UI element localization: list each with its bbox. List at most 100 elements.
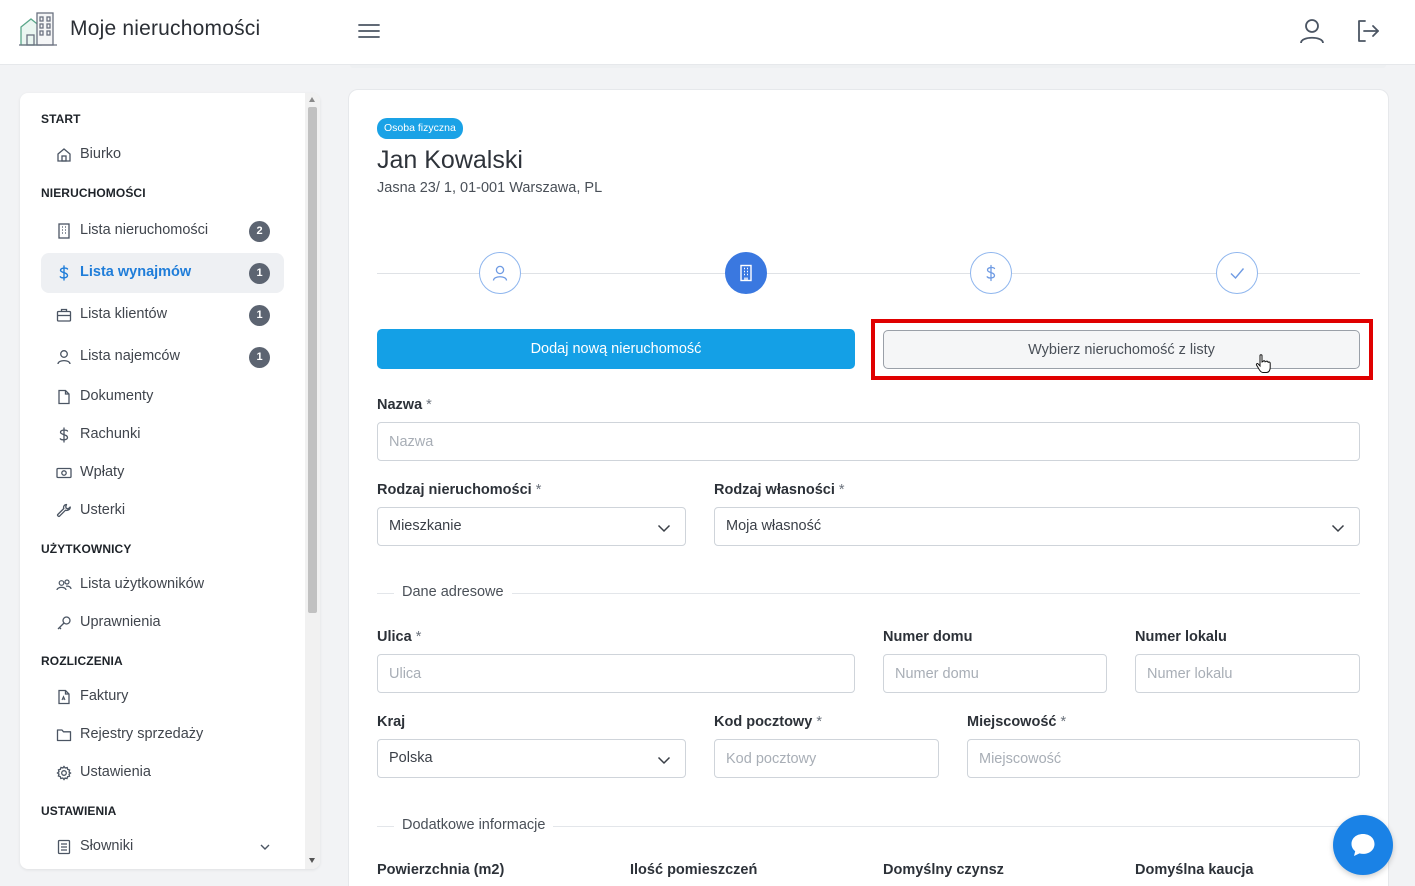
- city-label-text: Miejscowość: [967, 714, 1057, 730]
- dollar-icon: [59, 427, 69, 443]
- sidebar-item-label: Faktury: [80, 688, 129, 704]
- postal-code-input[interactable]: [714, 739, 939, 778]
- sidebar-item-lista-uzytkownikow[interactable]: Lista użytkowników: [41, 565, 284, 605]
- gear-icon: [56, 765, 72, 781]
- sidebar-item-rejestry-sprzedazy[interactable]: Rejestry sprzedaży: [41, 715, 284, 755]
- name-label: Nazwa *: [377, 397, 432, 413]
- sidebar-item-biurko[interactable]: Biurko: [41, 135, 284, 175]
- city-input[interactable]: [967, 739, 1360, 778]
- step-client[interactable]: [479, 252, 521, 294]
- step-summary[interactable]: [1216, 252, 1258, 294]
- sidebar-item-lista-nieruchomosci[interactable]: Lista nieruchomości 2: [41, 211, 284, 251]
- chat-widget-button[interactable]: [1333, 815, 1393, 875]
- top-bar: Moje nieruchomości: [0, 0, 1415, 65]
- required-mark: *: [838, 482, 845, 498]
- chevron-down-icon: [657, 524, 671, 533]
- address-section-title: Dane adresowe: [394, 584, 512, 600]
- user-icon: [492, 265, 508, 281]
- step-property[interactable]: [725, 252, 767, 294]
- dollar-icon: [59, 265, 69, 281]
- sidebar-item-faktury[interactable]: Faktury: [41, 677, 284, 717]
- sidebar-item-slowniki[interactable]: Słowniki: [41, 827, 284, 867]
- area-label: Powierzchnia (m2): [377, 862, 505, 878]
- apartment-number-input[interactable]: [1135, 654, 1360, 693]
- client-name: Jan Kowalski: [377, 146, 523, 174]
- choose-property-from-list-button[interactable]: Wybierz nieruchomość z listy: [883, 330, 1360, 369]
- sidebar-item-label: Lista najemców: [80, 348, 180, 364]
- house-number-input[interactable]: [883, 654, 1107, 693]
- book-icon: [57, 839, 71, 855]
- sidebar-item-label: Rachunki: [80, 426, 141, 442]
- sidebar-scrollbar[interactable]: [305, 93, 320, 869]
- header-divider: [350, 65, 1386, 68]
- sidebar-item-usterki[interactable]: Usterki: [41, 491, 284, 531]
- ownership-value: Moja własność: [726, 518, 822, 534]
- section-users: UŻYTKOWNICY: [41, 542, 132, 556]
- chevron-down-icon: [1331, 524, 1345, 533]
- chevron-down-icon: [657, 756, 671, 765]
- country-label: Kraj: [377, 714, 406, 730]
- sidebar-item-lista-najemcow[interactable]: Lista najemców 1: [41, 337, 284, 377]
- sidebar-item-ustawienia[interactable]: Ustawienia: [41, 753, 284, 793]
- step-payment[interactable]: [970, 252, 1012, 294]
- rooms-label: Ilość pomieszczeń: [630, 862, 758, 878]
- required-mark: *: [1060, 714, 1067, 730]
- sidebar-item-dokumenty[interactable]: Dokumenty: [41, 377, 284, 417]
- folder-icon: [56, 729, 72, 742]
- cash-icon: [56, 467, 72, 479]
- section-properties: NIERUCHOMOŚCI: [41, 186, 146, 200]
- sidebar-item-rachunki[interactable]: Rachunki: [41, 415, 284, 455]
- property-type-select[interactable]: Mieszkanie: [377, 507, 686, 546]
- country-select[interactable]: Polska: [377, 739, 686, 778]
- sidebar-item-label: Uprawnienia: [80, 614, 161, 630]
- country-value: Polska: [389, 750, 433, 766]
- sidebar-item-label: Rejestry sprzedaży: [80, 726, 204, 742]
- sidebar-item-label: Lista klientów: [80, 306, 168, 322]
- default-rent-label: Domyślny czynsz: [883, 862, 1004, 878]
- ownership-label: Rodzaj własności *: [714, 482, 845, 498]
- sidebar-item-lista-klientow[interactable]: Lista klientów 1: [41, 295, 284, 335]
- scroll-up-arrow-icon[interactable]: [309, 97, 315, 102]
- sidebar-item-label: Dokumenty: [80, 388, 154, 404]
- hand-cursor-icon: [1255, 354, 1271, 373]
- dollar-icon: [986, 264, 996, 282]
- sidebar-item-label: Ustawienia: [80, 764, 151, 780]
- sidebar-item-wplaty[interactable]: Wpłaty: [41, 453, 284, 493]
- count-badge: 1: [249, 305, 270, 326]
- hamburger-menu-icon[interactable]: [357, 21, 381, 41]
- ownership-select[interactable]: Moja własność: [714, 507, 1360, 546]
- sidebar-item-label: Wpłaty: [80, 464, 125, 480]
- address-divider: [377, 593, 1360, 594]
- sidebar-item-lista-wynajmow[interactable]: Lista wynajmów 1: [41, 253, 284, 293]
- building-icon: [58, 223, 70, 239]
- sidebar-item-uprawnienia[interactable]: Uprawnienia: [41, 603, 284, 643]
- add-new-property-button[interactable]: Dodaj nową nieruchomość: [377, 329, 855, 369]
- city-label: Miejscowość *: [967, 714, 1066, 730]
- sidebar-item-label: Lista nieruchomości: [80, 222, 209, 238]
- chat-bubble-icon: [1351, 834, 1375, 856]
- count-badge: 2: [249, 221, 270, 242]
- app-logo-icon[interactable]: [19, 9, 57, 47]
- default-deposit-label: Domyślna kaucja: [1135, 862, 1254, 878]
- scrollbar-thumb[interactable]: [308, 107, 317, 613]
- required-mark: *: [816, 714, 822, 730]
- name-input[interactable]: [377, 422, 1360, 461]
- property-type-label: Rodzaj nieruchomości *: [377, 482, 541, 498]
- required-mark: *: [426, 397, 432, 413]
- extra-info-section-title: Dodatkowe informacje: [394, 817, 554, 833]
- user-profile-icon[interactable]: [1298, 18, 1326, 44]
- scroll-down-arrow-icon[interactable]: [309, 858, 315, 863]
- stepper-line: [377, 273, 1360, 274]
- sidebar: START Biurko NIERUCHOMOŚCI Lista nieruch…: [20, 93, 320, 869]
- property-type-label-text: Rodzaj nieruchomości: [377, 482, 532, 498]
- required-mark: *: [535, 482, 542, 498]
- app-title: Moje nieruchomości: [70, 17, 261, 40]
- name-label-text: Nazwa: [377, 397, 423, 413]
- sidebar-item-label: Lista wynajmów: [80, 264, 192, 280]
- street-input[interactable]: [377, 654, 855, 693]
- invoice-icon: [58, 689, 70, 705]
- client-address: Jasna 23/ 1, 01-001 Warszawa, PL: [377, 180, 603, 196]
- sidebar-item-label: Usterki: [80, 502, 126, 518]
- postal-code-label-text: Kod pocztowy: [714, 714, 813, 730]
- logout-icon[interactable]: [1355, 18, 1381, 44]
